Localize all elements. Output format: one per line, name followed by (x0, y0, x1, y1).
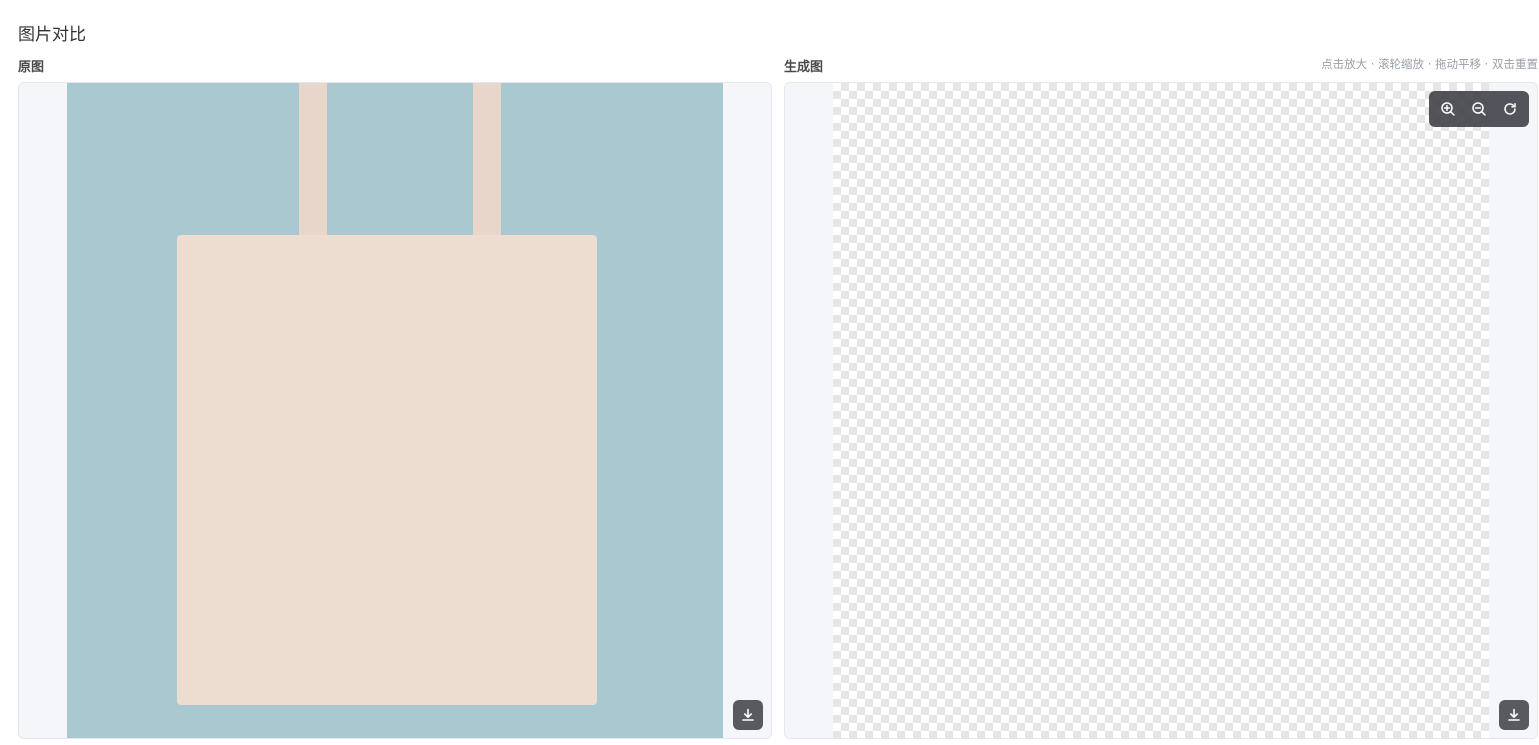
download-icon (1506, 707, 1522, 723)
download-original-button[interactable] (733, 700, 763, 730)
zoom-out-button[interactable] (1466, 96, 1492, 122)
original-image-label: 原图 (18, 60, 45, 75)
reset-button[interactable] (1497, 96, 1523, 122)
download-generated-button[interactable] (1499, 700, 1529, 730)
page-title: 图片对比 (18, 25, 86, 45)
zoom-in-button[interactable] (1435, 96, 1461, 122)
zoom-out-icon (1471, 101, 1487, 117)
interaction-hint: 点击放大 · 滚轮缩放 · 拖动平移 · 双击重置 (1321, 57, 1538, 71)
download-icon (740, 707, 756, 723)
reset-icon (1502, 101, 1518, 117)
generated-image[interactable] (833, 83, 1489, 738)
zoom-toolbar (1429, 91, 1529, 127)
generated-image-panel (784, 82, 1538, 739)
generated-image-label: 生成图 (784, 60, 824, 75)
original-image[interactable] (67, 83, 723, 738)
original-image-panel (18, 82, 772, 739)
zoom-in-icon (1440, 101, 1456, 117)
tote-bag-placeholder (177, 235, 597, 705)
